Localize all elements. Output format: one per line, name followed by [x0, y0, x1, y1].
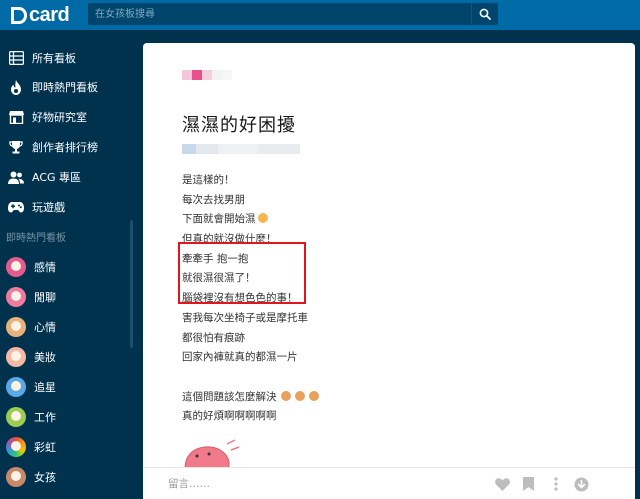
board-avatar [6, 347, 26, 367]
content-line: 每次去找男朋 [182, 193, 245, 206]
board-avatar [6, 257, 26, 277]
sad-emoji-icon [294, 390, 305, 401]
sad-emoji-icon [308, 390, 319, 401]
sidebar-board-work[interactable]: 工作 [0, 403, 140, 431]
search-input[interactable] [95, 6, 455, 22]
post-title: 濕濕的好困擾 [182, 115, 296, 136]
sidebar-board-love[interactable]: 感情 [0, 253, 140, 281]
group-icon [8, 169, 24, 185]
bookmark-button[interactable] [520, 476, 536, 492]
sidebar-board-girl[interactable]: 女孩 [0, 463, 140, 491]
more-options-button[interactable] [548, 476, 564, 492]
board-label: 美妝 [34, 351, 56, 364]
board-label: 感情 [34, 261, 56, 274]
content-line: 都很怕有痕跡 [182, 331, 245, 344]
gamepad-icon [8, 199, 24, 215]
board-avatar [6, 317, 26, 337]
content-line: 真的好煩啊啊啊啊啊 [182, 410, 277, 423]
sidebar-item-goods-lab[interactable]: 好物研究室 [0, 103, 140, 131]
trending-section-title: 即時熱門看板 [6, 233, 66, 244]
list-icon [8, 50, 24, 66]
sidebar-board-chat[interactable]: 閒聊 [0, 283, 140, 311]
content-line: 下面就會開始濕 [182, 210, 319, 230]
content-line: 回家內褲就真的都濕一片 [182, 351, 298, 364]
sidebar-item-creator-ranking[interactable]: 創作者排行榜 [0, 133, 140, 161]
sidebar: 所有看板 即時熱門看板 好物研究室 創作者排行榜 ACG 專區 玩遊戲 即時熱門… [0, 30, 140, 499]
board-label: 工作 [34, 411, 56, 424]
dcard-logo[interactable]: card [10, 3, 70, 26]
content-line: 是這樣的！ [182, 174, 235, 186]
author-avatar-blurred [182, 70, 232, 80]
trophy-icon [8, 139, 24, 155]
sidebar-board-makeup[interactable]: 美妝 [0, 343, 140, 371]
logo-d-icon [11, 6, 27, 24]
heart-icon [494, 477, 510, 491]
content-line [182, 368, 319, 388]
board-avatar [6, 377, 26, 397]
search-box [88, 3, 471, 25]
more-vertical-icon [554, 477, 558, 491]
sidebar-board-idol[interactable]: 追星 [0, 373, 140, 401]
sad-emoji-icon [280, 390, 291, 401]
sidebar-item-label: 玩遊戲 [32, 201, 65, 214]
search-button[interactable] [471, 3, 498, 25]
board-avatar [6, 407, 26, 427]
top-bar: card [0, 0, 640, 30]
post-bottom-bar [143, 467, 635, 499]
sidebar-board-mood[interactable]: 心情 [0, 313, 140, 341]
sidebar-item-trending-boards[interactable]: 即時熱門看板 [0, 73, 140, 101]
sidebar-board-rainbow[interactable]: 彩虹 [0, 433, 140, 461]
post-meta-blurred [182, 144, 300, 154]
blush-emoji-icon [257, 213, 268, 224]
search-icon [479, 8, 491, 20]
comment-input[interactable] [168, 477, 388, 491]
post-card: 濕濕的好困擾 是這樣的！ 每次去找男朋 下面就會開始濕 但真的就沒做什麼！ 牽牽… [143, 43, 635, 499]
sidebar-item-games[interactable]: 玩遊戲 [0, 193, 140, 221]
board-label: 彩虹 [34, 441, 56, 454]
sidebar-item-all-boards[interactable]: 所有看板 [0, 44, 140, 72]
board-avatar [6, 437, 26, 457]
bookmark-icon [522, 477, 534, 491]
sidebar-item-label: 即時熱門看板 [32, 81, 98, 94]
logo-text: card [29, 3, 70, 26]
content-line: 這個問題該怎麼解決 [182, 388, 319, 408]
flame-icon [8, 79, 24, 95]
sticker-image [184, 439, 240, 468]
content-line: 害我每次坐椅子或是摩托車 [182, 311, 308, 324]
board-label: 女孩 [34, 471, 56, 484]
sidebar-item-label: 所有看板 [32, 52, 76, 65]
board-avatar [6, 467, 26, 487]
board-label: 追星 [34, 381, 56, 394]
arrow-down-circle-icon [574, 477, 588, 491]
highlight-annotation-box [178, 242, 306, 304]
board-label: 閒聊 [34, 291, 56, 304]
sidebar-item-label: ACG 專區 [32, 171, 82, 184]
store-icon [8, 109, 24, 125]
sidebar-item-acg[interactable]: ACG 專區 [0, 163, 140, 191]
sidebar-item-label: 創作者排行榜 [32, 141, 98, 154]
sidebar-item-label: 好物研究室 [32, 111, 87, 124]
scroll-down-button[interactable] [573, 476, 589, 492]
board-label: 心情 [34, 321, 56, 334]
board-avatar [6, 287, 26, 307]
like-button[interactable] [494, 476, 510, 492]
